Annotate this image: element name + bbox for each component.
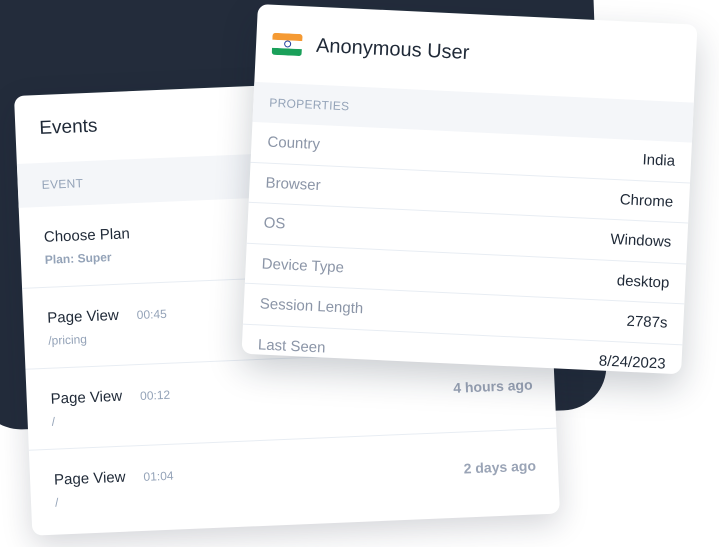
- event-name: Choose Plan: [43, 225, 131, 246]
- event-duration: 00:45: [136, 306, 168, 323]
- property-key: Browser: [265, 174, 321, 194]
- event-detail: /: [51, 414, 56, 429]
- property-value: 8/24/2023: [598, 352, 666, 373]
- property-value: India: [642, 151, 676, 171]
- event-name: Page View: [53, 468, 126, 489]
- property-key: Session Length: [259, 295, 364, 318]
- event-name: Page View: [50, 387, 123, 408]
- user-name: Anonymous User: [315, 34, 470, 64]
- event-detail: /pricing: [47, 332, 88, 348]
- event-detail: Plan: Super: [44, 250, 112, 267]
- event-name: Page View: [46, 306, 120, 327]
- property-value: desktop: [616, 271, 670, 292]
- property-value: Windows: [610, 231, 672, 251]
- india-flag-icon: [271, 32, 303, 57]
- property-key: OS: [263, 214, 286, 233]
- event-time-ago: 2 days ago: [463, 457, 537, 477]
- event-detail: /: [54, 495, 59, 510]
- event-time-ago: 4 hours ago: [452, 376, 533, 396]
- event-duration: 00:12: [139, 387, 171, 403]
- user-profile-card: Anonymous User PROPERTIES Country India …: [241, 4, 698, 375]
- property-key: Device Type: [261, 255, 345, 277]
- property-value: Chrome: [619, 191, 674, 211]
- property-key: Last Seen: [257, 336, 326, 357]
- property-value: 2787s: [626, 312, 668, 332]
- property-key: Country: [267, 133, 321, 154]
- event-duration: 01:04: [143, 468, 174, 484]
